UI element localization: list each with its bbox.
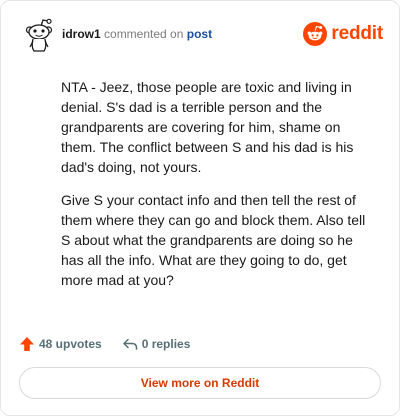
comment-footer: 48 upvotes 0 replies — [19, 334, 190, 354]
replies-stat[interactable]: 0 replies — [122, 336, 191, 352]
view-more-button[interactable]: View more on Reddit — [19, 367, 381, 399]
upvote-arrow-icon — [20, 337, 34, 351]
username-link[interactable]: idrow1 — [62, 27, 101, 41]
reddit-brand-link[interactable]: reddit — [303, 21, 383, 47]
upvotes-label: 48 upvotes — [39, 337, 102, 351]
post-link[interactable]: post — [187, 27, 212, 41]
comment-embed-card: idrow1 commented on post reddit NTA - Je… — [0, 0, 400, 416]
comment-body: NTA - Jeez, those people are toxic and l… — [61, 77, 373, 303]
reddit-logo-icon — [303, 22, 328, 46]
reply-arrow-icon — [122, 338, 137, 350]
reddit-wordmark: reddit — [331, 23, 383, 44]
snoo-avatar-icon[interactable] — [21, 17, 57, 53]
action-text: commented on — [104, 27, 184, 41]
replies-label: 0 replies — [141, 337, 191, 351]
comment-meta: idrow1 commented on post — [62, 27, 212, 42]
comment-paragraph: Give S your contact info and then tell t… — [61, 192, 366, 288]
comment-header: idrow1 commented on post reddit — [21, 17, 383, 53]
comment-paragraph: NTA - Jeez, those people are toxic and l… — [61, 79, 354, 175]
upvotes-stat[interactable]: 48 upvotes — [19, 336, 102, 352]
